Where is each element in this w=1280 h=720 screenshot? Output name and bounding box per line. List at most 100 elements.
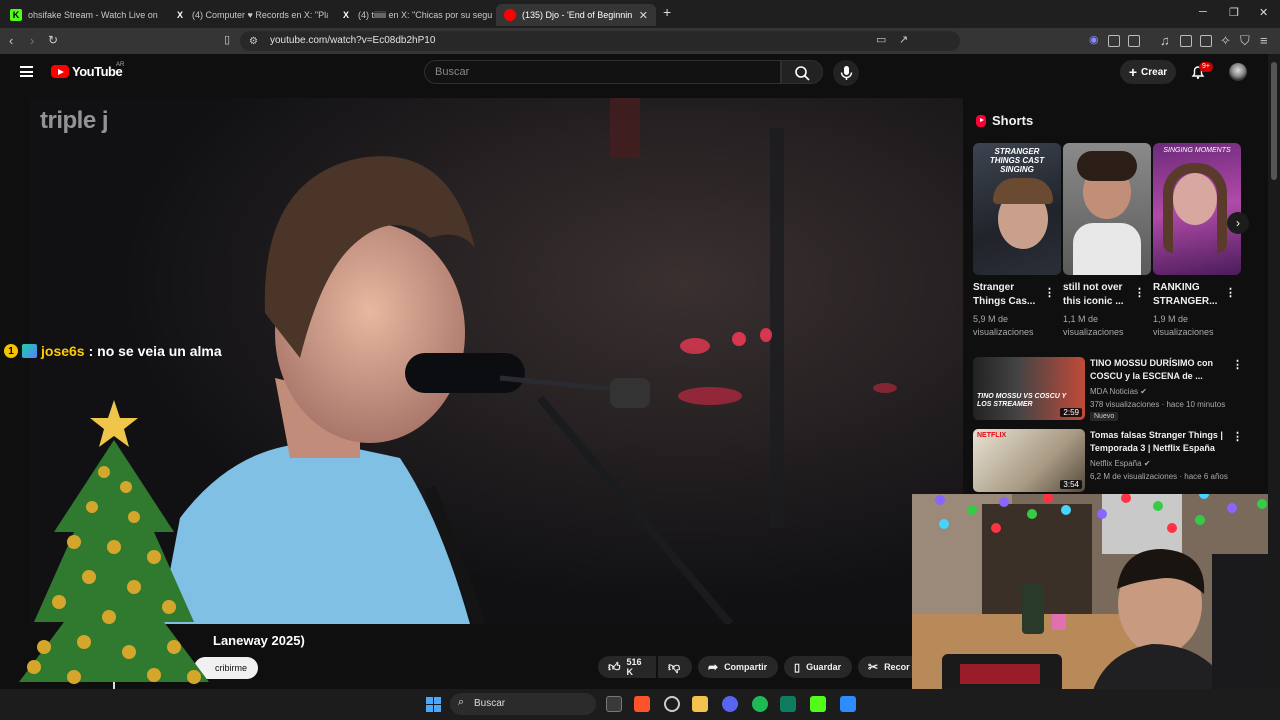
screenshot-icon[interactable] (1128, 35, 1140, 47)
guide-menu-icon[interactable] (20, 66, 33, 77)
tab-youtube-djo[interactable]: (135) Djo - 'End of Beginning' (li ✕ (496, 4, 656, 26)
video-duration: 3:54 (1060, 480, 1082, 489)
tab-x-computer-records[interactable]: X (4) Computer ♥ Records en X: "PlayS (166, 4, 328, 26)
short-thumbnail[interactable]: SINGING MOMENTS (1153, 143, 1241, 275)
minimize-icon[interactable]: ─ (1199, 6, 1207, 18)
short-card[interactable]: STRANGER THINGS CAST SINGING Stranger Th… (973, 143, 1061, 339)
search-button[interactable] (781, 60, 823, 84)
kick-app-icon[interactable] (810, 696, 826, 712)
audio-icon[interactable]: ◉ (1089, 34, 1099, 47)
more-options-icon[interactable]: ⋮ (1232, 358, 1243, 371)
cast-icon[interactable]: ▭ (876, 34, 886, 47)
short-title[interactable]: RANKING STRANGER... (1153, 281, 1223, 309)
sidebar-icon[interactable] (1180, 35, 1192, 47)
youtube-wordmark[interactable]: YouTube (72, 64, 123, 79)
like-button[interactable]: 👍︎ 516 K (598, 656, 656, 678)
task-view-icon[interactable] (606, 696, 622, 712)
short-thumbnail-caption: SINGING MOMENTS (1163, 147, 1231, 154)
short-card[interactable]: SINGING MOMENTS RANKING STRANGER... 1,9 … (1153, 143, 1241, 339)
recommended-video[interactable]: TINO MOSSU VS COSCU Y LOS STREAMER 2:59 … (973, 357, 1243, 421)
windows-start-icon[interactable] (426, 697, 441, 712)
more-options-icon[interactable]: ⋮ (1225, 286, 1236, 299)
youtube-logo-icon[interactable] (51, 65, 69, 78)
share-button[interactable]: ➦ Compartir (698, 656, 778, 678)
search-input[interactable]: Buscar (424, 60, 781, 84)
more-options-icon[interactable]: ⋮ (1134, 286, 1145, 299)
tab-x-tiiiiii[interactable]: X (4) tiiiiii en X: "Chicas por su segur… (332, 4, 492, 26)
chat-username: jose6s (41, 343, 85, 359)
microphone-icon (840, 66, 853, 80)
close-tab-icon[interactable]: ✕ (633, 9, 648, 22)
short-thumbnail-caption: STRANGER THINGS CAST SINGING (989, 147, 1045, 174)
clip-button[interactable]: ✂ Recor (858, 656, 912, 678)
short-views: 5,9 M de visualizaciones (973, 314, 1034, 337)
site-settings-icon[interactable]: ⚙ (249, 35, 258, 48)
media-icon[interactable]: ♫ (1160, 34, 1170, 47)
new-tab-icon[interactable]: + (663, 4, 671, 20)
short-card[interactable]: still not over this iconic ... 1,1 M de … (1063, 143, 1151, 339)
save-button[interactable]: ▯ Guardar (784, 656, 852, 678)
shorts-heading: Shorts (976, 113, 1033, 128)
forward-icon[interactable]: › (30, 34, 34, 47)
short-title[interactable]: still not over this iconic ... (1063, 281, 1133, 309)
url-text: youtube.com/watch?v=Ec08db2hP10 (270, 35, 436, 46)
app-icon[interactable] (780, 696, 796, 712)
obs-icon[interactable] (664, 696, 680, 712)
x-logo-icon: X (342, 10, 349, 20)
address-bar[interactable]: ⚙ youtube.com/watch?v=Ec08db2hP10 (240, 31, 960, 51)
shorts-next-button[interactable]: › (1227, 212, 1249, 234)
recommended-video[interactable]: NETFLIX 3:54 Tomas falsas Stranger Thing… (973, 429, 1243, 493)
video-meta: 6,2 M de visualizaciones · hace 6 años (1090, 472, 1228, 481)
wallet-icon[interactable] (1200, 35, 1212, 47)
youtube-masthead: YouTube AR Buscar + Crear 9+ (0, 54, 1268, 90)
bookmark-save-icon: ▯ (794, 661, 801, 674)
extensions-icon[interactable] (1108, 35, 1120, 47)
dislike-button[interactable]: 👎︎ (658, 656, 692, 678)
short-thumbnail-hair (1077, 151, 1137, 181)
short-thumbnail[interactable]: STRANGER THINGS CAST SINGING (973, 143, 1061, 275)
reload-icon[interactable]: ↻ (48, 34, 58, 47)
video-thumbnail[interactable]: NETFLIX 3:54 (973, 429, 1085, 492)
video-thumbnail[interactable]: TINO MOSSU VS COSCU Y LOS STREAMER 2:59 (973, 357, 1085, 420)
file-explorer-icon[interactable] (692, 696, 708, 712)
vpn-shield-icon[interactable]: ⛉ (1240, 34, 1250, 47)
short-thumbnail[interactable] (1063, 143, 1151, 275)
page-scrollbar-thumb[interactable] (1271, 62, 1277, 180)
search-placeholder: Buscar (435, 66, 470, 78)
taskbar-search[interactable]: ⌕ Buscar (450, 693, 596, 715)
brave-browser-icon[interactable] (634, 696, 650, 712)
short-thumbnail-hair (993, 178, 1053, 204)
video-meta: 378 visualizaciones · hace 10 minutos (1090, 400, 1226, 409)
video-duration: 2:59 (1060, 408, 1082, 417)
close-window-icon[interactable]: ✕ (1259, 6, 1268, 19)
channel-name[interactable]: MDA Noticias ✔ (1090, 387, 1147, 396)
account-avatar[interactable] (1229, 63, 1247, 81)
more-options-icon[interactable]: ⋮ (1044, 286, 1055, 299)
webcam-overlay (912, 494, 1280, 720)
verified-icon: ✔ (1140, 387, 1147, 396)
discord-icon[interactable] (722, 696, 738, 712)
create-button[interactable]: + Crear (1120, 60, 1176, 84)
ai-sparkle-icon[interactable]: ✧ (1220, 34, 1231, 47)
x-logo-icon: X (176, 10, 183, 20)
more-options-icon[interactable]: ⋮ (1232, 430, 1243, 443)
maximize-icon[interactable]: ❐ (1229, 6, 1239, 19)
video-title[interactable]: TINO MOSSU DURÍSIMO con COSCU y la ESCEN… (1090, 357, 1225, 383)
chat-message: : no se veia un alma (88, 343, 222, 359)
subscriber-badge: 1 (4, 344, 18, 358)
paint-app-icon[interactable] (840, 696, 856, 712)
spotify-icon[interactable] (752, 696, 768, 712)
youtube-icon (504, 9, 516, 21)
back-icon[interactable]: ‹ (9, 34, 13, 47)
channel-name[interactable]: Netflix España ✔ (1090, 459, 1151, 468)
bookmark-icon[interactable]: ▯ (224, 34, 230, 47)
tab-kick[interactable]: K ohsifake Stream - Watch Live on (2, 4, 162, 26)
triple-j-watermark: triple j (40, 107, 109, 134)
video-title[interactable]: Tomas falsas Stranger Things | Temporada… (1090, 429, 1225, 455)
voice-search-button[interactable] (833, 60, 859, 86)
short-title[interactable]: Stranger Things Cas... (973, 281, 1043, 309)
share-page-icon[interactable]: ↗ (899, 34, 908, 47)
short-views: 1,9 M de visualizaciones (1153, 314, 1214, 337)
chat-badge-icon (22, 344, 37, 358)
menu-icon[interactable]: ≡ (1260, 34, 1268, 47)
